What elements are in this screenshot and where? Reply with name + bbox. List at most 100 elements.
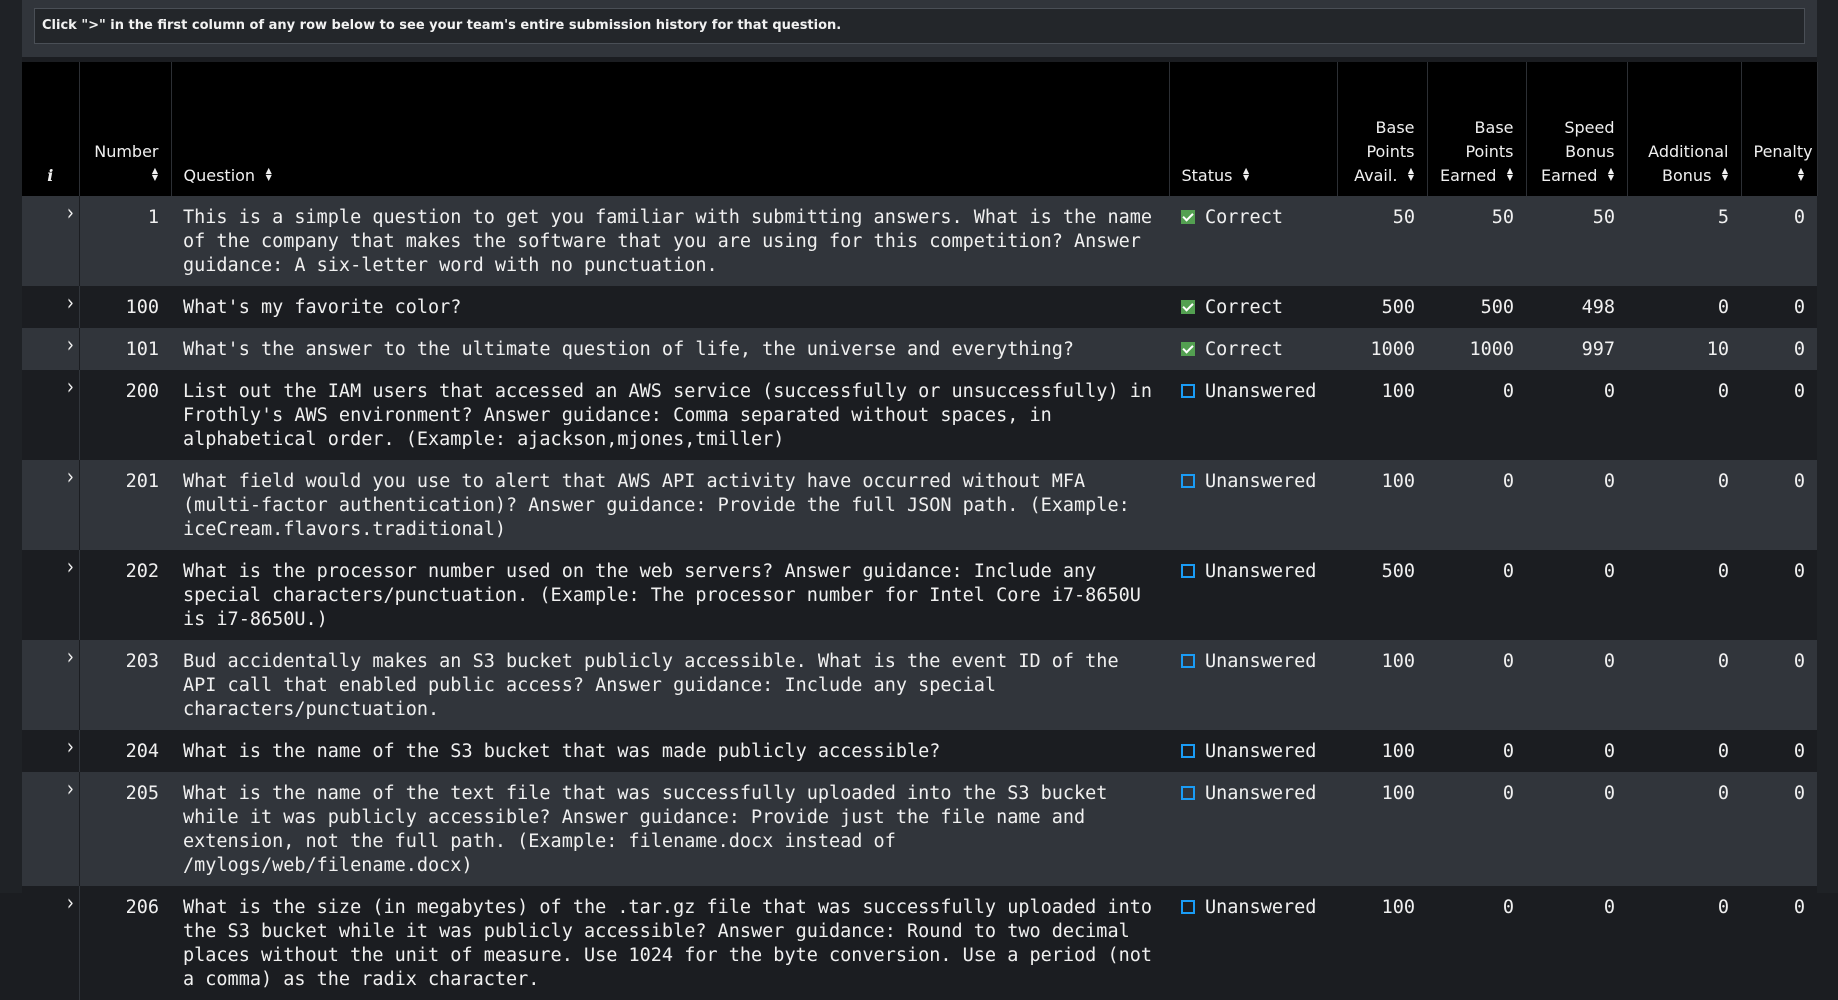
base-points-earned: 0 bbox=[1427, 460, 1526, 550]
expand-history-icon[interactable]: › bbox=[67, 292, 74, 316]
questions-table: i Number ▲▼ Question ▲▼ Status ▲▼ Base P… bbox=[22, 62, 1818, 1000]
sort-icon[interactable]: ▲▼ bbox=[1721, 166, 1730, 180]
penalty: 0 bbox=[1741, 550, 1817, 640]
expand-cell: › bbox=[22, 370, 80, 460]
expand-history-icon[interactable]: › bbox=[67, 556, 74, 580]
expand-cell: › bbox=[22, 460, 80, 550]
speed-bonus-earned: 0 bbox=[1526, 886, 1627, 1000]
checkbox-empty-icon bbox=[1181, 744, 1195, 758]
table-row: › 203 Bud accidentally makes an S3 bucket … bbox=[22, 640, 1817, 730]
additional-bonus: 0 bbox=[1627, 886, 1741, 1000]
question-text: This is a simple question to get you fam… bbox=[171, 196, 1169, 286]
status-text: Unanswered bbox=[1205, 561, 1317, 582]
penalty: 0 bbox=[1741, 328, 1817, 370]
sort-icon[interactable]: ▲▼ bbox=[1407, 166, 1416, 180]
sort-icon[interactable]: ▲▼ bbox=[1242, 166, 1251, 180]
question-text: Bud accidentally makes an S3 bucket publ… bbox=[171, 640, 1169, 730]
status-header-label: Status bbox=[1181, 166, 1233, 185]
sort-icon[interactable]: ▲▼ bbox=[1607, 166, 1616, 180]
table-row: › 202 What is the processor number used on… bbox=[22, 550, 1817, 640]
expand-history-icon[interactable]: › bbox=[67, 646, 74, 670]
question-number: 204 bbox=[79, 730, 171, 772]
base-points-avail: 100 bbox=[1337, 370, 1427, 460]
status-cell: Unanswered bbox=[1169, 460, 1337, 550]
status-text: Unanswered bbox=[1205, 741, 1317, 762]
question-column-header[interactable]: Question ▲▼ bbox=[171, 62, 1170, 196]
question-number: 203 bbox=[79, 640, 171, 730]
status-column-header[interactable]: Status ▲▼ bbox=[1169, 62, 1338, 196]
sort-icon[interactable]: ▲▼ bbox=[1797, 166, 1806, 180]
status-cell: Unanswered bbox=[1169, 886, 1337, 1000]
expand-history-icon[interactable]: › bbox=[67, 736, 74, 760]
status-text: Correct bbox=[1205, 297, 1283, 318]
checkbox-checked-icon bbox=[1181, 210, 1195, 224]
question-number: 1 bbox=[79, 196, 171, 286]
expand-history-icon[interactable]: › bbox=[67, 334, 74, 358]
sort-icon[interactable]: ▲▼ bbox=[151, 166, 160, 180]
number-column-header[interactable]: Number ▲▼ bbox=[79, 62, 172, 196]
speed-bonus-earned: 0 bbox=[1526, 370, 1627, 460]
status-text: Unanswered bbox=[1205, 471, 1317, 492]
base-points-earned: 50 bbox=[1427, 196, 1526, 286]
penalty-column-header[interactable]: Penalty ▲▼ bbox=[1741, 62, 1818, 196]
base-avail-header-line3: Avail. bbox=[1354, 166, 1398, 185]
penalty: 0 bbox=[1741, 196, 1817, 286]
additional-bonus: 0 bbox=[1627, 640, 1741, 730]
question-number: 202 bbox=[79, 550, 171, 640]
expand-cell: › bbox=[22, 286, 80, 328]
status-text: Correct bbox=[1205, 207, 1283, 228]
sort-icon[interactable]: ▲▼ bbox=[1506, 166, 1515, 180]
additional-bonus: 0 bbox=[1627, 286, 1741, 328]
base-points-earned: 0 bbox=[1427, 772, 1526, 886]
penalty: 0 bbox=[1741, 640, 1817, 730]
additional-bonus-column-header[interactable]: Additional Bonus ▲▼ bbox=[1627, 62, 1742, 196]
expand-cell: › bbox=[22, 196, 80, 286]
speed-bonus-earned: 0 bbox=[1526, 772, 1627, 886]
base-points-earned: 0 bbox=[1427, 550, 1526, 640]
right-gutter bbox=[1817, 0, 1838, 893]
speed-bonus-column-header[interactable]: Speed Bonus Earned ▲▼ bbox=[1526, 62, 1628, 196]
checkbox-empty-icon bbox=[1181, 564, 1195, 578]
expand-history-icon[interactable]: › bbox=[67, 202, 74, 226]
expand-history-icon[interactable]: › bbox=[67, 778, 74, 802]
question-number: 205 bbox=[79, 772, 171, 886]
base-points-avail: 100 bbox=[1337, 772, 1427, 886]
expand-history-icon[interactable]: › bbox=[67, 466, 74, 490]
speed-bonus-earned: 50 bbox=[1526, 196, 1627, 286]
status-cell: Correct bbox=[1169, 328, 1337, 370]
base-avail-header-line1: Base bbox=[1375, 118, 1415, 137]
speed-header-line3: Earned bbox=[1541, 166, 1598, 185]
status-cell: Unanswered bbox=[1169, 370, 1337, 460]
info-icon: i bbox=[47, 166, 54, 185]
penalty: 0 bbox=[1741, 286, 1817, 328]
status-text: Correct bbox=[1205, 339, 1283, 360]
penalty: 0 bbox=[1741, 370, 1817, 460]
table-row: › 100 What's my favorite color? Correct 500 5… bbox=[22, 286, 1817, 328]
checkbox-empty-icon bbox=[1181, 654, 1195, 668]
base-points-avail: 100 bbox=[1337, 730, 1427, 772]
status-text: Unanswered bbox=[1205, 783, 1317, 804]
question-header-label: Question bbox=[183, 166, 256, 185]
penalty: 0 bbox=[1741, 772, 1817, 886]
expand-history-icon[interactable]: › bbox=[67, 892, 74, 916]
base-earned-header-line2: Points bbox=[1465, 142, 1514, 161]
table-row: › 1 This is a simple question to get you f… bbox=[22, 196, 1817, 286]
speed-bonus-earned: 498 bbox=[1526, 286, 1627, 328]
base-points-avail: 1000 bbox=[1337, 328, 1427, 370]
table-row: › 201 What field would you use to alert th… bbox=[22, 460, 1817, 550]
checkbox-empty-icon bbox=[1181, 786, 1195, 800]
base-points-earned: 0 bbox=[1427, 370, 1526, 460]
table-body: › 1 This is a simple question to get you f… bbox=[22, 196, 1817, 1000]
speed-bonus-earned: 997 bbox=[1526, 328, 1627, 370]
expand-history-icon[interactable]: › bbox=[67, 376, 74, 400]
table-row: › 200 List out the IAM users that accessed… bbox=[22, 370, 1817, 460]
penalty: 0 bbox=[1741, 730, 1817, 772]
base-points-earned-column-header[interactable]: Base Points Earned ▲▼ bbox=[1427, 62, 1527, 196]
status-text: Unanswered bbox=[1205, 897, 1317, 918]
base-points-avail-column-header[interactable]: Base Points Avail. ▲▼ bbox=[1337, 62, 1428, 196]
speed-header-line1: Speed bbox=[1564, 118, 1615, 137]
sort-icon[interactable]: ▲▼ bbox=[264, 166, 273, 180]
question-text: What is the name of the text file that w… bbox=[171, 772, 1169, 886]
base-points-avail: 100 bbox=[1337, 640, 1427, 730]
question-text: What is the size (in megabytes) of the .… bbox=[171, 886, 1169, 1000]
